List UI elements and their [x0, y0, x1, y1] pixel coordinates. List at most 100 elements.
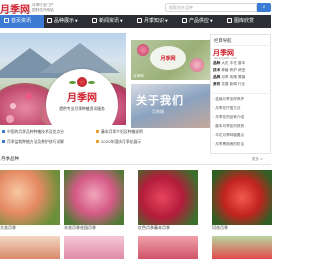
nav-item-knowledge[interactable]: 月季知识▼	[137, 15, 168, 28]
hero-banner[interactable]: 月季网 提供专业月季种植资讯服务	[0, 33, 126, 125]
badge-logo: 月季网	[67, 93, 97, 104]
flower-icon	[47, 18, 52, 23]
rose-flower	[10, 103, 16, 109]
divider	[213, 45, 269, 46]
sidebar-logo-url: www.yjadm.com	[214, 56, 238, 60]
sidebar-link[interactable]: 资讯 花展 新闻 行业	[213, 82, 245, 87]
search-icon: ⌕	[262, 4, 266, 10]
sidebar-item[interactable]: · 丰花月季种植要点	[213, 133, 244, 138]
sidebar-val: 花展 新闻 行业	[221, 82, 246, 86]
product-card-image[interactable]	[138, 170, 198, 225]
chevron-down-icon: ▼	[165, 19, 168, 23]
slogan-line: 月季行业门户	[32, 3, 54, 7]
nav-label: 图库欣赏	[234, 18, 255, 24]
sidebar: 栏目导航 月季网 www.yjadm.com 品种 大花 丰花 藤本 技术 种植…	[210, 34, 271, 154]
rose-flower	[25, 93, 32, 100]
bullet-icon	[96, 140, 99, 143]
news-list: 中国的月季品种种植技术及优点分 藤本月季介绍及种植说明 月季盆栽种植方法及养护技…	[0, 128, 210, 148]
sidebar-key: 资讯	[213, 82, 221, 86]
leaf-icon	[88, 81, 95, 84]
nav-item-varieties[interactable]: 品种展示▼	[47, 15, 78, 28]
rose-flower	[6, 115, 14, 123]
divider	[0, 164, 271, 165]
news-text: 月季盆栽种植方法及养护技巧详解	[7, 139, 64, 144]
sidebar-key: 品牌	[213, 75, 221, 79]
news-text: 中国的月季品种种植技术及优点分	[7, 129, 64, 134]
nav-item-products[interactable]: 产品供应▼	[182, 15, 213, 28]
section-header: 月季品种 更多 >	[0, 154, 271, 164]
product-caption[interactable]: 红色月季藤本月季	[138, 225, 170, 231]
news-item[interactable]: 中国的月季品种种植技术及优点分	[2, 129, 64, 135]
product-card-image[interactable]	[212, 236, 272, 259]
home-icon	[4, 18, 9, 23]
sidebar-item[interactable]: · 盆栽月季怎样养护	[213, 97, 244, 102]
nav-label: 产品供应	[189, 18, 210, 24]
product-caption[interactable]: 大花月季	[0, 225, 16, 231]
search-input[interactable]: 搜索花卉品种	[165, 3, 257, 12]
search-placeholder: 搜索花卉品种	[169, 5, 193, 10]
nav-item-gallery[interactable]: 图库欣赏	[227, 15, 254, 28]
hero-badge: 月季网 提供专业月季种植资讯服务	[46, 69, 118, 125]
sidebar-link[interactable]: 技术 种植 养护 病虫	[213, 68, 245, 73]
sidebar-item[interactable]: · 月季花扦插方法	[213, 106, 240, 111]
sidebar-key: 品种	[213, 61, 221, 65]
nav-label: 月季知识	[144, 18, 165, 24]
promo-logo: 月季网	[160, 56, 176, 62]
chevron-down-icon: ▼	[210, 19, 213, 23]
news-item[interactable]: 月季盆栽种植方法及养护技巧详解	[2, 139, 64, 145]
header: 月季网 www.yjadm.com 月季行业门户 园林花卉网站 搜索花卉品种 ⌕	[0, 0, 271, 16]
sidebar-item[interactable]: · 月季黑斑病的防治	[213, 142, 244, 147]
news-icon	[92, 18, 97, 23]
news-text: 藤本月季介绍及种植说明	[101, 129, 143, 134]
product-card-image[interactable]	[0, 236, 60, 259]
sidebar-item[interactable]: · 月季花的品种介绍	[213, 115, 244, 120]
logo-url: www.yjadm.com	[2, 10, 31, 14]
nav-label: 首页资讯	[11, 18, 32, 24]
sidebar-link[interactable]: 品种 大花 丰花 藤本	[213, 61, 245, 66]
product-card-image[interactable]	[64, 170, 124, 225]
rose-flower	[190, 58, 204, 72]
chevron-down-icon: ▼	[75, 19, 78, 23]
sidebar-val: 月季 玫瑰 蔷薇	[221, 75, 246, 79]
product-caption[interactable]: 切花月季	[212, 225, 228, 231]
product-caption[interactable]: 丰花月季花园月季	[64, 225, 96, 231]
leaf-icon	[69, 81, 76, 84]
product-card-image[interactable]	[64, 236, 124, 259]
sidebar-link[interactable]: 品牌 月季 玫瑰 蔷薇	[213, 75, 245, 80]
about-subtitle: 月季网	[152, 109, 164, 114]
cart-icon	[182, 18, 187, 23]
search-button[interactable]: ⌕	[257, 3, 271, 12]
nav-item-home[interactable]: 首页资讯	[0, 15, 44, 28]
product-card-image[interactable]	[212, 170, 272, 225]
bullet-icon	[2, 140, 5, 143]
book-icon	[137, 18, 142, 23]
chevron-down-icon: ▼	[120, 19, 123, 23]
product-card-image[interactable]	[0, 170, 60, 225]
sidebar-title: 栏目导航	[214, 39, 232, 44]
nav-item-news[interactable]: 新闻资讯▼	[92, 15, 123, 28]
sidebar-item[interactable]: · 藤本月季如何修剪	[213, 124, 244, 129]
about-title: 关于我们	[136, 94, 184, 107]
rose-logo-icon	[77, 77, 87, 87]
nav-label: 品种展示	[54, 18, 75, 24]
promo-caption: 月季网	[133, 74, 144, 78]
product-card-image[interactable]	[138, 236, 198, 259]
sidebar-key: 技术	[213, 68, 221, 72]
image-icon	[227, 18, 232, 23]
slogan: 月季行业门户 园林花卉网站	[32, 3, 54, 12]
nav-label: 新闻资讯	[99, 18, 120, 24]
main-nav: 首页资讯 品种展示▼ 新闻资讯▼ 月季知识▼ 产品供应▼ 图库欣赏	[0, 15, 271, 28]
news-text: 2020年国庆月季花展示	[101, 139, 142, 144]
more-link[interactable]: 更多 >	[252, 157, 263, 162]
news-item[interactable]: 2020年国庆月季花展示	[96, 139, 141, 145]
bullet-icon	[96, 130, 99, 133]
section-title: 月季品种	[1, 157, 19, 162]
news-item[interactable]: 藤本月季介绍及种植说明	[96, 129, 143, 135]
rose-flower	[137, 44, 149, 56]
slogan-line: 园林花卉网站	[32, 7, 54, 12]
badge-subtitle: 提供专业月季种植资讯服务	[59, 106, 105, 111]
divider	[213, 93, 269, 94]
sidebar-val: 种植 养护 病虫	[221, 68, 246, 72]
sidebar-val: 大花 丰花 藤本	[221, 61, 246, 65]
bullet-icon	[2, 130, 5, 133]
